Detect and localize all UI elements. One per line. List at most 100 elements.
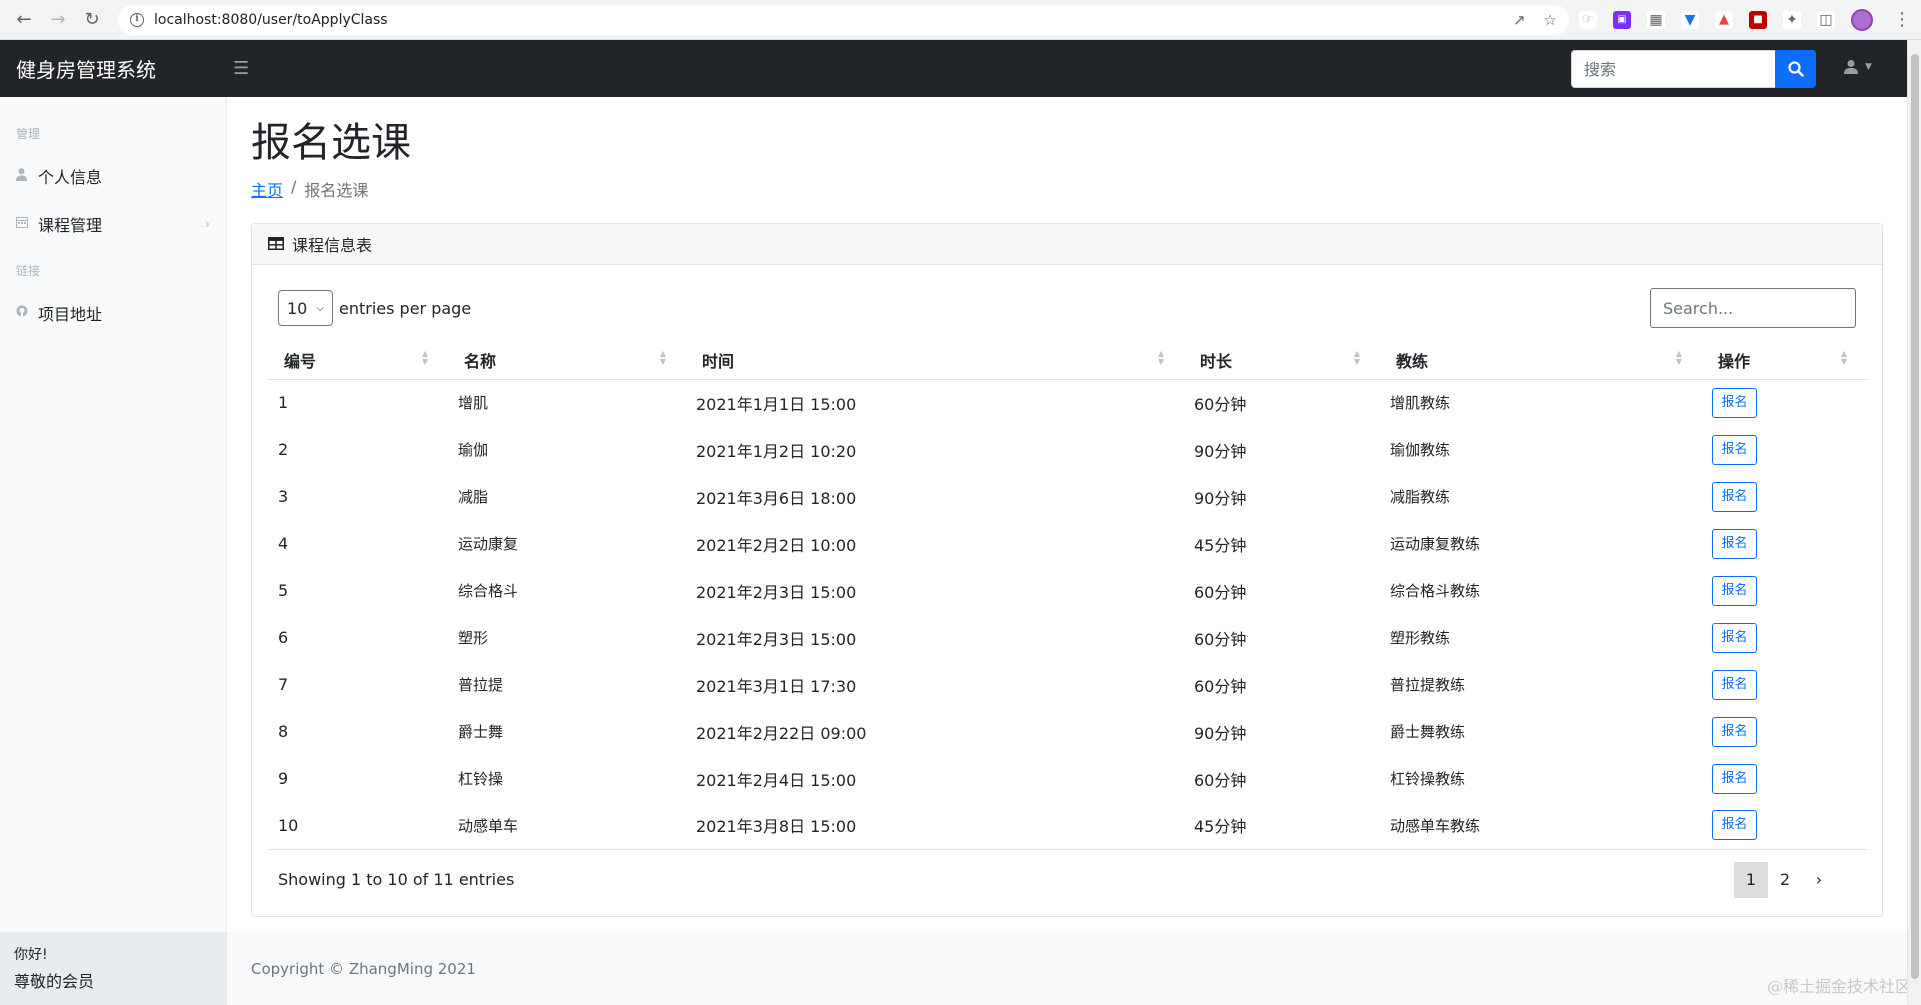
apply-button[interactable]: 报名	[1712, 622, 1757, 653]
card-title: 课程信息表	[292, 236, 373, 255]
apply-button[interactable]: 报名	[1712, 481, 1757, 512]
breadcrumb: 主页 / 报名选课	[251, 177, 1897, 201]
brand-title[interactable]: 健身房管理系统	[0, 54, 225, 83]
breadcrumb-home-link[interactable]: 主页	[251, 177, 283, 201]
scrollbar-thumb[interactable]	[1911, 54, 1919, 979]
extension-5-icon[interactable]: ▲	[1715, 10, 1733, 29]
page-scrollbar[interactable]	[1907, 40, 1921, 1005]
table-row: 10 动感单车 2021年3月8日 15:00 45分钟 动感单车教练 报名	[268, 802, 1867, 850]
apply-button[interactable]: 报名	[1712, 810, 1757, 841]
cell-coach: 减脂教练	[1390, 488, 1451, 506]
extension-2-icon[interactable]: ▣	[1613, 10, 1631, 29]
cell-action: 报名	[1702, 567, 1867, 614]
cell-action: 报名	[1702, 802, 1867, 850]
site-info-icon[interactable]: i	[130, 12, 144, 27]
column-header[interactable]: 时长 ▲ ▼	[1184, 341, 1380, 380]
cell-name: 综合格斗	[458, 582, 519, 600]
browser-toolbar: ← → ↻ i localhost:8080/user/toApplyClass…	[0, 0, 1921, 40]
cell-id: 10	[268, 802, 448, 850]
page-1-button[interactable]: 1	[1734, 861, 1768, 898]
sidebar-heading-manage: 管理	[16, 127, 41, 141]
cell-name: 普拉提	[458, 676, 504, 694]
search-icon	[1787, 61, 1804, 77]
cell-name: 增肌	[458, 394, 489, 413]
page-2-button[interactable]: 2	[1768, 862, 1802, 898]
profile-avatar[interactable]	[1851, 8, 1873, 31]
back-arrow-icon[interactable]: ←	[10, 6, 38, 34]
bookmark-star-icon[interactable]: ☆	[1544, 11, 1557, 29]
cell-action: 报名	[1702, 426, 1867, 473]
sort-icon[interactable]: ▲ ▼	[1158, 350, 1164, 366]
extension-6-icon[interactable]: ■	[1749, 10, 1767, 29]
sort-icon[interactable]: ▲ ▼	[1676, 350, 1682, 366]
cell-duration: 45分钟	[1194, 535, 1247, 555]
cell-duration: 90分钟	[1194, 488, 1247, 508]
next-page-button[interactable]: ›	[1802, 862, 1836, 898]
sidebar-item-course-management[interactable]: 课程管理 ›	[0, 200, 226, 248]
column-header-label: 教练	[1396, 351, 1429, 371]
cell-coach: 运动康复教练	[1390, 535, 1481, 553]
puzzle-extensions-icon[interactable]: ✦	[1783, 10, 1801, 29]
forward-arrow-icon[interactable]: →	[44, 6, 72, 34]
column-header[interactable]: 时间 ▲ ▼	[686, 341, 1184, 380]
address-bar[interactable]: i localhost:8080/user/toApplyClass ↗ ☆	[118, 4, 1569, 35]
sort-icon[interactable]: ▲ ▼	[1841, 350, 1847, 366]
browser-menu-icon[interactable]: ⋮	[1893, 9, 1911, 30]
column-header[interactable]: 名称 ▲ ▼	[448, 341, 686, 380]
apply-button[interactable]: 报名	[1712, 763, 1757, 794]
chevron-down-icon: ⌵	[316, 302, 324, 314]
table-search-input[interactable]: Search...	[1650, 288, 1856, 328]
sort-icon[interactable]: ▲ ▼	[422, 350, 428, 366]
cell-name: 减脂	[458, 488, 489, 506]
cell-name: 运动康复	[458, 535, 519, 553]
cell-action: 报名	[1702, 661, 1867, 708]
cell-time: 2021年3月6日 18:00	[696, 488, 857, 508]
extension-3-icon[interactable]: ▦	[1647, 10, 1665, 29]
per-page-label: entries per page	[339, 298, 472, 318]
cell-time: 2021年3月1日 17:30	[696, 676, 857, 696]
cell-name: 塑形	[458, 629, 489, 647]
per-page-select[interactable]: 10 ⌵	[278, 290, 333, 326]
sidebar-item-project-url[interactable]: 项目地址	[0, 289, 226, 337]
extension-1-icon[interactable]: ☞	[1579, 10, 1597, 29]
column-header[interactable]: 教练 ▲ ▼	[1380, 341, 1702, 380]
apply-button[interactable]: 报名	[1712, 434, 1757, 465]
navbar-search-button[interactable]	[1775, 50, 1816, 88]
chevron-right-icon: ›	[204, 216, 210, 232]
table-row: 6 塑形 2021年2月3日 15:00 60分钟 塑形教练 报名	[268, 614, 1867, 661]
cell-time: 2021年3月8日 15:00	[686, 802, 1184, 850]
sort-icon[interactable]: ▲ ▼	[1354, 350, 1360, 366]
sidebar-toggle-icon[interactable]: ☰	[233, 58, 249, 79]
cell-time: 2021年2月4日 15:00	[696, 770, 857, 790]
url-text[interactable]: localhost:8080/user/toApplyClass	[154, 12, 1513, 28]
cell-action: 报名	[1702, 708, 1867, 755]
cell-coach: 瑜伽教练	[1390, 441, 1451, 459]
side-panel-icon[interactable]: ◫	[1817, 10, 1835, 29]
sidebar: 管理 个人信息 课程管理 › 链接 项目地址 你好! 尊敬的会员	[0, 97, 227, 1005]
reload-icon[interactable]: ↻	[78, 6, 106, 34]
column-header[interactable]: 操作 ▲ ▼	[1702, 341, 1867, 380]
sort-icon[interactable]: ▲ ▼	[660, 350, 666, 366]
cell-duration: 45分钟	[1184, 802, 1380, 850]
cell-duration: 90分钟	[1194, 441, 1247, 461]
column-header[interactable]: 编号 ▲ ▼	[268, 341, 448, 380]
cell-name: 杠铃操	[458, 770, 504, 788]
sidebar-item-profile[interactable]: 个人信息	[0, 152, 226, 200]
apply-button[interactable]: 报名	[1712, 716, 1757, 747]
cell-duration: 90分钟	[1194, 723, 1247, 743]
cell-id: 2	[278, 440, 289, 459]
share-icon[interactable]: ↗	[1513, 11, 1526, 29]
user-dropdown[interactable]: ▼	[1843, 59, 1872, 75]
cell-action: 报名	[1702, 755, 1867, 802]
cell-id: 1	[278, 393, 289, 413]
apply-button[interactable]: 报名	[1712, 528, 1757, 559]
table-body: 1 增肌 2021年1月1日 15:00 60分钟 增肌教练 报名 2 瑜伽 2021年1月2日…	[268, 379, 1867, 850]
apply-button[interactable]: 报名	[1712, 575, 1757, 606]
navbar-search-input[interactable]	[1571, 50, 1775, 88]
cell-coach: 综合格斗教练	[1390, 582, 1481, 600]
sidebar-item-label: 个人信息	[38, 168, 103, 187]
table-info: Showing 1 to 10 of 11 entries	[278, 870, 515, 889]
extension-4-icon[interactable]: ▼	[1681, 10, 1699, 29]
apply-button[interactable]: 报名	[1712, 387, 1757, 418]
apply-button[interactable]: 报名	[1712, 669, 1757, 700]
